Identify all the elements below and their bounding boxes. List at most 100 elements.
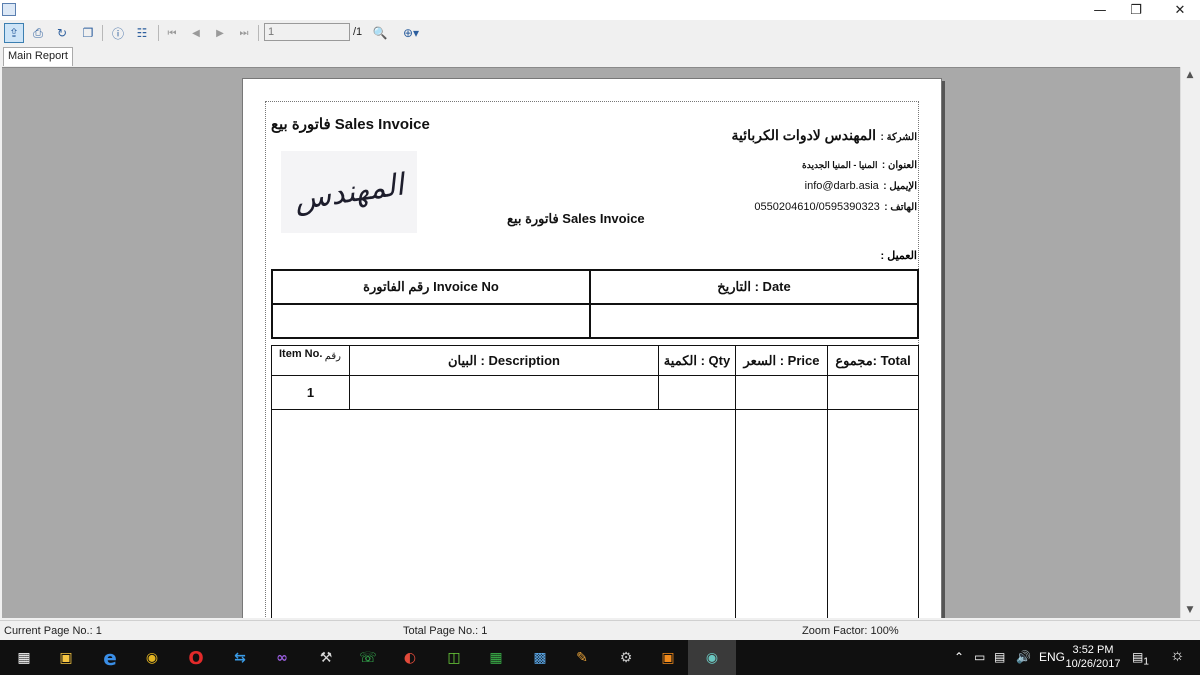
phone-row: الهاتف : 0550204610/0595390323 — [754, 197, 917, 215]
table-row — [271, 409, 919, 618]
table-row: 1 — [271, 375, 919, 410]
help-icon[interactable]: ⓘ — [108, 23, 128, 43]
teamviewer-icon[interactable]: ⇆ — [228, 646, 252, 670]
minimize-button[interactable]: — — [1080, 0, 1120, 20]
group-tree-icon[interactable]: ☷ — [132, 23, 152, 43]
items-table: Item No. رقم البيان : Description الكمية… — [271, 345, 919, 618]
tab-main-report[interactable]: Main Report — [3, 47, 73, 66]
address-value: المنيا - المنيا الجديدة — [802, 160, 878, 170]
invoice-no-header: رقم الفاتورة Invoice No — [271, 269, 591, 305]
table-row — [271, 303, 919, 339]
address-row: العنوان : المنيا - المنيا الجديدة — [802, 155, 917, 173]
opera-icon[interactable]: O — [184, 646, 208, 670]
phone-label: الهاتف : — [884, 202, 917, 213]
report-middle-title: فاتورة بيع Sales Invoice — [507, 211, 645, 226]
invoice-no-cell — [271, 303, 591, 339]
phone-value: 0550204610/0595390323 — [754, 201, 880, 213]
page-count-label: /1 — [353, 26, 363, 38]
price-header: السعر : Price — [735, 345, 828, 376]
edge-browser-icon[interactable]: e — [98, 646, 122, 670]
status-bar: Current Page No.: 1 Total Page No.: 1 Zo… — [0, 620, 1200, 640]
export-icon[interactable]: ⇪ — [4, 23, 24, 43]
vertical-scrollbar[interactable]: ▲ ▼ — [1180, 67, 1198, 618]
paint-icon[interactable]: ✎ — [570, 646, 594, 670]
page-number-input[interactable]: 1 — [264, 23, 350, 41]
remote-desktop-icon[interactable]: ▩ — [528, 646, 552, 670]
first-page-icon[interactable]: ⏮ — [162, 23, 182, 43]
total-page-status: Total Page No.: 1 — [403, 625, 488, 637]
date-header: التاريخ : Date — [589, 269, 919, 305]
company-label: الشركة : — [880, 132, 918, 143]
prev-page-icon[interactable]: ◀ — [186, 23, 206, 43]
chrome-icon[interactable]: ◉ — [140, 646, 164, 670]
invoice-info-table: رقم الفاتورة Invoice No التاريخ : Date — [271, 269, 919, 339]
visual-studio-icon[interactable]: ∞ — [270, 646, 294, 670]
zoom-dropdown-icon[interactable]: ⊕▾ — [398, 23, 424, 43]
system-clock[interactable]: 3:52 PM 10/26/2017 — [1064, 643, 1122, 671]
brightness-icon[interactable]: ☼ — [1170, 647, 1185, 665]
whatsapp-icon[interactable]: ☏ — [356, 646, 380, 670]
address-label: العنوان : — [881, 160, 917, 171]
scroll-up-icon[interactable]: ▲ — [1181, 67, 1199, 83]
print-icon[interactable]: ⎙ — [28, 23, 48, 43]
logo-text: المهندس — [292, 167, 406, 217]
item-no-label-ar: رقم — [324, 350, 341, 362]
tray-chevron-icon[interactable]: ⌃ — [954, 650, 964, 664]
report-viewport: فاتورة بيع Sales Invoice المهندس فاتورة … — [2, 67, 1180, 618]
camtasia-icon[interactable]: ◫ — [442, 646, 466, 670]
clock-time: 3:52 PM — [1072, 644, 1114, 656]
scroll-down-icon[interactable]: ▼ — [1181, 602, 1199, 618]
toolbar-separator — [158, 25, 159, 41]
app-icon — [2, 3, 16, 16]
tools-icon[interactable]: ⚒ — [314, 646, 338, 670]
report-viewer-window: — ❐ ✕ ⇪ ⎙ ↻ ❐ ⓘ ☷ ⏮ ◀ ▶ ⏭ 1 /1 🔍 ⊕▾ Main… — [0, 0, 1200, 640]
zoom-status: Zoom Factor: 100% — [802, 625, 899, 637]
windows-start-icon[interactable]: ▦ — [12, 646, 36, 670]
refresh-icon[interactable]: ↻ — [52, 23, 72, 43]
copy-icon[interactable]: ❐ — [78, 23, 98, 43]
toolbar-separator — [258, 25, 259, 41]
notification-icon[interactable]: ▤1 — [1132, 650, 1149, 667]
battery-icon[interactable]: ▭ — [974, 650, 985, 664]
media-icon[interactable]: ◐ — [398, 646, 422, 670]
report-page: فاتورة بيع Sales Invoice المهندس فاتورة … — [242, 78, 942, 618]
date-cell — [589, 303, 919, 339]
notification-badge: 1 — [1143, 656, 1149, 668]
description-cell — [349, 375, 659, 410]
volume-icon[interactable]: 🔊 — [1016, 650, 1031, 664]
email-label: الإيميل : — [883, 181, 917, 192]
close-button[interactable]: ✕ — [1160, 0, 1200, 20]
total-body-cell — [827, 409, 919, 618]
price-cell — [735, 375, 828, 410]
description-header: البيان : Description — [349, 345, 659, 376]
last-page-icon[interactable]: ⏭ — [234, 23, 254, 43]
network-icon[interactable]: ▤ — [994, 650, 1005, 664]
restore-button[interactable]: ❐ — [1116, 0, 1156, 20]
table-row: رقم الفاتورة Invoice No التاريخ : Date — [271, 269, 919, 305]
settings-gear-icon[interactable]: ⚙ — [614, 646, 638, 670]
next-page-icon[interactable]: ▶ — [210, 23, 230, 43]
client-label: العميل : — [880, 250, 917, 262]
report-app-icon[interactable]: ◉ — [700, 646, 724, 670]
item-no-cell: 1 — [271, 375, 350, 410]
pdf-app-icon[interactable]: ▣ — [656, 646, 680, 670]
language-indicator[interactable]: ENG — [1039, 650, 1065, 664]
total-header: مجموع: Total — [827, 345, 919, 376]
body-area-cell — [271, 409, 736, 618]
clock-date: 10/26/2017 — [1065, 658, 1121, 670]
qty-cell — [658, 375, 736, 410]
total-cell — [827, 375, 919, 410]
item-no-header: Item No. رقم — [271, 345, 350, 376]
company-value: المهندس لادوات الكربائية — [731, 127, 877, 143]
toolbar-separator — [102, 25, 103, 41]
email-value: info@darb.asia — [804, 180, 879, 192]
spreadsheet-icon[interactable]: ▦ — [484, 646, 508, 670]
price-body-cell — [735, 409, 828, 618]
company-logo: المهندس — [281, 151, 417, 233]
file-explorer-icon[interactable]: ▣ — [54, 646, 78, 670]
table-row: Item No. رقم البيان : Description الكمية… — [271, 345, 919, 376]
toolbar: ⇪ ⎙ ↻ ❐ ⓘ ☷ ⏮ ◀ ▶ ⏭ 1 /1 🔍 ⊕▾ — [0, 20, 1200, 46]
title-bar: — ❐ ✕ — [0, 0, 1200, 20]
taskbar: ▦ ▣ e ◉ O ⇆ ∞ ⚒ ☏ ◐ ◫ ▦ ▩ ✎ ⚙ ▣ ◉ ⌃ ▭ ▤ … — [0, 640, 1200, 675]
find-icon[interactable]: 🔍 — [370, 23, 390, 43]
